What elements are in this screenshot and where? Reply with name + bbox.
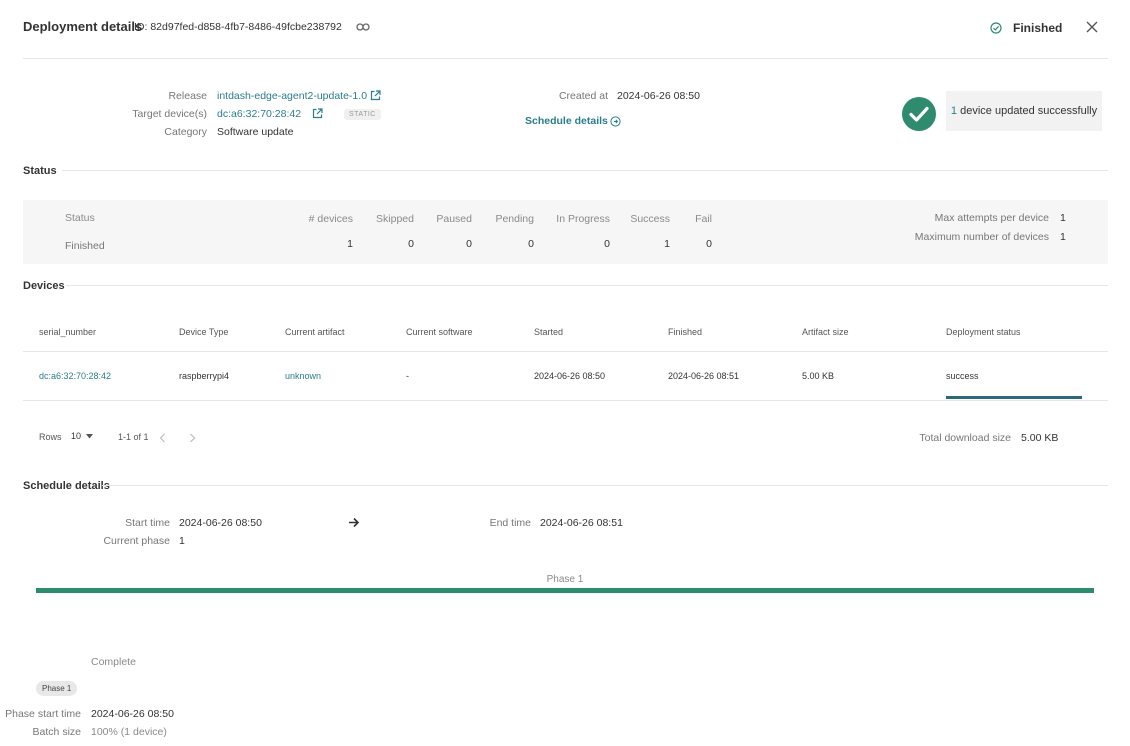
col-fail-value: 0 [706, 238, 712, 250]
check-circle-icon [990, 22, 1002, 34]
status-section-title: Status [23, 165, 57, 177]
device-serial-link[interactable]: dc:a6:32:70:28:42 [39, 371, 111, 381]
devices-section-title: Devices [23, 280, 65, 292]
close-icon[interactable] [1086, 21, 1098, 33]
status-label: Finished [1013, 21, 1063, 35]
target-label: Target device(s) [132, 108, 207, 120]
col-pending-label: Pending [495, 213, 534, 225]
arrow-circle-icon [610, 115, 621, 127]
artifact-size: 5.00 KB [802, 371, 835, 381]
arrow-right-icon [348, 517, 360, 528]
external-link-icon[interactable] [312, 108, 323, 119]
chevron-right-icon[interactable] [189, 433, 196, 443]
max-devices-value: 1 [1060, 231, 1066, 243]
table-row[interactable]: dc:a6:32:70:28:42 raspberrypi4 unknown -… [23, 353, 1108, 401]
current-software: - [406, 371, 409, 381]
phase-progress-bar [36, 588, 1094, 593]
max-attempts-value: 1 [1060, 212, 1066, 224]
header-deployment-status[interactable]: Deployment status [946, 327, 1021, 337]
schedule-details-label: Schedule details [525, 115, 608, 127]
deployment-status: success [946, 371, 979, 381]
col-success-label: Success [630, 213, 670, 225]
header-device-type[interactable]: Device Type [179, 327, 228, 337]
col-devices-label: # devices [308, 213, 353, 225]
phase-chip: Phase 1 [36, 681, 78, 696]
success-check-icon [902, 97, 936, 131]
created-label: Created at [558, 90, 608, 102]
max-attempts-label: Max attempts per device [934, 212, 1049, 224]
finished-time: 2024-06-26 08:51 [668, 371, 740, 381]
schedule-section-title: Schedule details [23, 480, 110, 492]
success-text: device updated successfully [960, 105, 1098, 117]
header-serial-number[interactable]: serial_number [39, 327, 96, 337]
rows-per-page-value: 10 [71, 431, 82, 441]
deployment-id: ID: 82d97fed-d858-4fb7-8486-49fcbe238792 [134, 21, 342, 33]
category-value: Software update [217, 126, 294, 138]
static-badge: STATIC [344, 109, 381, 120]
col-skipped-value: 0 [408, 238, 414, 250]
rows-label: Rows [39, 432, 62, 442]
target-device-link[interactable]: dc:a6:32:70:28:42 [217, 108, 301, 120]
category-label: Category [164, 126, 207, 138]
start-time-value: 2024-06-26 08:50 [179, 517, 262, 529]
col-fail-label: Fail [695, 213, 712, 225]
caret-down-icon [86, 433, 94, 439]
header-finished[interactable]: Finished [668, 327, 702, 337]
status-value: Finished [65, 240, 105, 252]
success-count: 1 [950, 105, 958, 117]
pagination-text: 1-1 of 1 [118, 432, 149, 442]
phase-bar-label: Phase 1 [546, 574, 584, 585]
col-pending-value: 0 [528, 238, 534, 250]
total-download-label: Total download size [919, 432, 1011, 444]
created-value: 2024-06-26 08:50 [617, 90, 700, 102]
current-artifact-link[interactable]: unknown [285, 371, 321, 381]
success-banner: 1 device updated successfully [946, 91, 1102, 131]
status-label: Status [65, 212, 95, 224]
end-time-value: 2024-06-26 08:51 [540, 517, 623, 529]
current-phase-value: 1 [179, 535, 185, 547]
phase-complete-text: Complete [91, 656, 136, 668]
col-paused-value: 0 [466, 238, 472, 250]
started-time: 2024-06-26 08:50 [534, 371, 606, 381]
external-link-icon[interactable] [370, 90, 381, 101]
batch-size-label: Batch size [32, 726, 81, 738]
rows-per-page-select[interactable]: 10 [71, 431, 94, 441]
header-artifact-size[interactable]: Artifact size [802, 327, 849, 337]
col-in-progress-value: 0 [604, 238, 610, 250]
header-started[interactable]: Started [534, 327, 563, 337]
release-link[interactable]: intdash-edge-agent2-update-1.0 [217, 90, 367, 102]
col-skipped-label: Skipped [376, 213, 414, 225]
device-type: raspberrypi4 [179, 371, 230, 381]
page-title: Deployment details [23, 19, 143, 34]
max-devices-label: Maximum number of devices [914, 231, 1049, 243]
col-paused-label: Paused [436, 213, 472, 225]
link-icon[interactable] [356, 21, 370, 33]
header-current-artifact[interactable]: Current artifact [285, 327, 345, 337]
col-devices-value: 1 [347, 238, 353, 250]
start-time-label: Start time [125, 517, 170, 529]
phase-start-label: Phase start time [5, 708, 81, 720]
devices-table-header: serial_number Device Type Current artifa… [23, 322, 1108, 352]
col-in-progress-label: In Progress [556, 213, 610, 225]
release-label: Release [168, 90, 207, 102]
deployment-progress-fill [946, 396, 1082, 399]
phase-start-value: 2024-06-26 08:50 [91, 708, 174, 720]
batch-size-value: 100% (1 device) [91, 726, 167, 738]
schedule-details-link[interactable]: Schedule details [525, 115, 621, 127]
end-time-label: End time [489, 517, 531, 529]
header-current-software[interactable]: Current software [406, 327, 473, 337]
total-download-value: 5.00 KB [1021, 432, 1059, 444]
deployment-progress-track [946, 396, 1082, 399]
col-success-value: 1 [664, 238, 670, 250]
chevron-left-icon[interactable] [159, 433, 166, 443]
current-phase-label: Current phase [103, 535, 170, 547]
